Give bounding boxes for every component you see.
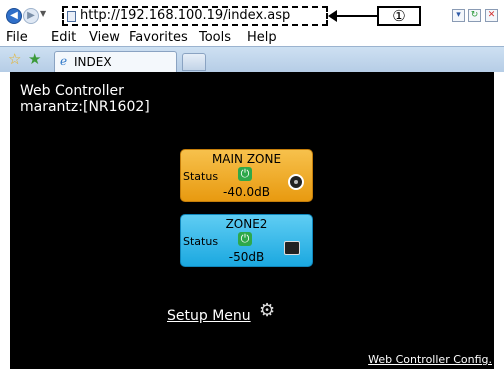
- web-controller-config-link[interactable]: Web Controller Config.: [368, 353, 492, 366]
- callout-line: [335, 15, 377, 17]
- menu-view[interactable]: View: [89, 30, 120, 46]
- menu-help[interactable]: Help: [247, 30, 277, 46]
- go-refresh-icon[interactable]: ↻: [468, 9, 481, 22]
- page-icon: [67, 11, 76, 22]
- tab-index[interactable]: ℯ INDEX: [54, 51, 177, 73]
- setup-menu-link[interactable]: Setup Menu: [167, 308, 251, 325]
- zone-title: MAIN ZONE: [211, 152, 282, 166]
- main-zone-button[interactable]: MAIN ZONE Status ⏻ -40.0dB: [180, 149, 313, 202]
- tab-label: INDEX: [74, 55, 112, 69]
- gear-icon[interactable]: ⚙: [259, 301, 275, 321]
- tab-bar: ☆ ★ ℯ INDEX: [0, 46, 504, 73]
- history-dropdown-icon[interactable]: ▼: [40, 9, 46, 18]
- power-icon[interactable]: ⏻: [238, 232, 252, 246]
- forward-arrow-icon[interactable]: ▶: [23, 8, 39, 24]
- address-url[interactable]: http://192.168.100.19/index.asp: [80, 8, 290, 24]
- callout-number: ①: [377, 6, 421, 26]
- disc-source-icon: [288, 174, 304, 190]
- menu-favorites[interactable]: Favorites: [129, 30, 188, 46]
- menu-tools[interactable]: Tools: [199, 30, 231, 46]
- favorites-star-icon[interactable]: ☆: [8, 51, 21, 67]
- menu-file[interactable]: File: [6, 30, 28, 46]
- source-device-icon: [284, 241, 300, 255]
- browser-toolbar: ◀ ▶ ▼ http://192.168.100.19/index.asp ① …: [0, 0, 504, 30]
- page-title: Web Controller: [20, 83, 124, 99]
- stop-x-icon[interactable]: ✕: [485, 9, 498, 22]
- zone-status-label: Status: [183, 235, 219, 248]
- web-controller-page: Web Controller marantz:[NR1602] MAIN ZON…: [10, 72, 494, 369]
- address-dropdown-icon[interactable]: ▾: [452, 9, 465, 22]
- new-tab-button[interactable]: [182, 53, 206, 71]
- back-arrow-icon[interactable]: ◀: [6, 8, 22, 24]
- power-icon[interactable]: ⏻: [238, 167, 252, 181]
- zone-status-label: Status: [183, 170, 219, 183]
- menu-edit[interactable]: Edit: [51, 30, 76, 46]
- ie-tab-icon: ℯ: [60, 54, 68, 68]
- add-favorites-star-icon[interactable]: ★: [28, 51, 41, 67]
- menu-bar: File Edit View Favorites Tools Help: [0, 30, 504, 46]
- zone-title: ZONE2: [225, 217, 268, 231]
- device-name: marantz:[NR1602]: [20, 99, 150, 115]
- address-bar[interactable]: http://192.168.100.19/index.asp: [62, 6, 328, 26]
- zone2-button[interactable]: ZONE2 Status ⏻ -50dB: [180, 214, 313, 267]
